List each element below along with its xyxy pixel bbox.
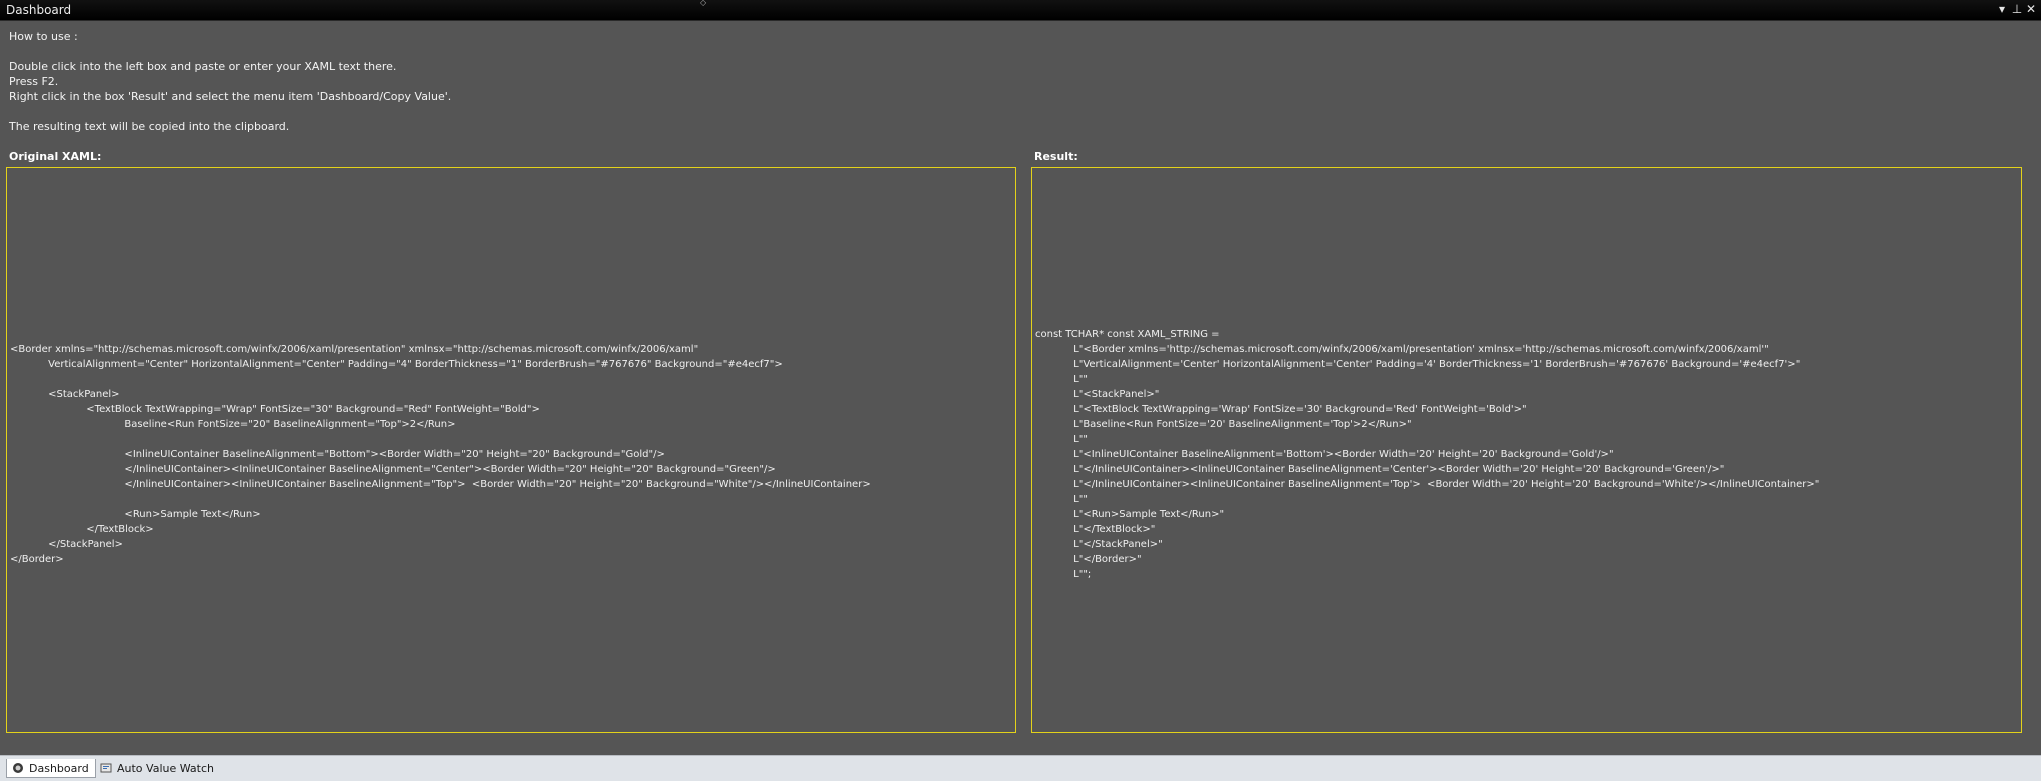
dashboard-content: How to use : Double click into the left … [0,21,2041,755]
tab-label: Dashboard [29,762,89,775]
code-line: </Border> [10,554,64,565]
tab-auto-value-watch[interactable]: Auto Value Watch [95,759,220,778]
dashboard-icon [13,763,23,773]
instructions: How to use : Double click into the left … [9,29,451,134]
instructions-line: Press F2. [9,75,59,88]
code-line: <Run>Sample Text</Run> [10,509,261,520]
code-line: L""; [1035,569,1092,580]
result-label: Result: [1034,150,1078,163]
menu-dropdown-icon[interactable]: ▾ [1995,2,2009,16]
code-line: </InlineUIContainer><InlineUIContainer B… [10,479,871,490]
pin-icon[interactable]: ⊥ [2010,2,2024,16]
code-line: Baseline<Run FontSize="20" BaselineAlign… [10,419,456,430]
code-line: L"</StackPanel>" [1035,539,1163,550]
code-line: <InlineUIContainer BaselineAlignment="Bo… [10,449,665,460]
code-line: </InlineUIContainer><InlineUIContainer B… [10,464,776,475]
result-text: const TCHAR* const XAML_STRING = L"<Bord… [1035,327,1819,582]
instructions-line: Right click in the box 'Result' and sele… [9,90,452,103]
code-line: </StackPanel> [10,539,123,550]
code-line: L"Baseline<Run FontSize='20' BaselineAli… [1035,419,1412,430]
code-line: L"<InlineUIContainer BaselineAlignment='… [1035,449,1614,460]
code-line: L"</TextBlock>" [1035,524,1156,535]
window-titlebar: Dashboard ◇ ▾ ⊥ ✕ [0,0,2041,21]
watch-icon [100,763,112,773]
code-line: L"" [1035,374,1088,385]
code-line: L"</Border>" [1035,554,1142,565]
instructions-heading: How to use : [9,30,78,43]
drag-grip-icon[interactable]: ◇ [700,0,708,7]
code-line: L"" [1035,434,1088,445]
code-line: L"VerticalAlignment='Center' HorizontalA… [1035,359,1801,370]
window-title: Dashboard [6,3,72,17]
code-line: VerticalAlignment="Center" HorizontalAli… [10,359,783,370]
code-line: <Border xmlns="http://schemas.microsoft.… [10,344,699,355]
code-line: L"</InlineUIContainer><InlineUIContainer… [1035,479,1820,490]
original-xaml-text: <Border xmlns="http://schemas.microsoft.… [10,342,871,567]
instructions-footer: The resulting text will be copied into t… [9,120,290,133]
original-xaml-textbox[interactable]: <Border xmlns="http://schemas.microsoft.… [6,167,1016,733]
instructions-line: Double click into the left box and paste… [9,60,397,73]
code-line: const TCHAR* const XAML_STRING = [1035,329,1220,340]
bottom-tab-strip: Dashboard Auto Value Watch [0,755,2041,781]
code-line: <StackPanel> [10,389,120,400]
code-line: L"</InlineUIContainer><InlineUIContainer… [1035,464,1725,475]
result-textbox[interactable]: const TCHAR* const XAML_STRING = L"<Bord… [1031,167,2022,733]
code-line: L"<Border xmlns='http://schemas.microsof… [1035,344,1769,355]
code-line: </TextBlock> [10,524,154,535]
code-line: L"" [1035,494,1088,505]
close-icon[interactable]: ✕ [2024,2,2038,16]
code-line: <TextBlock TextWrapping="Wrap" FontSize=… [10,404,540,415]
code-line: L"<Run>Sample Text</Run>" [1035,509,1225,520]
tab-label: Auto Value Watch [117,762,214,775]
tab-dashboard[interactable]: Dashboard [6,759,96,778]
code-line: L"<TextBlock TextWrapping='Wrap' FontSiz… [1035,404,1527,415]
code-line: L"<StackPanel>" [1035,389,1160,400]
original-xaml-label: Original XAML: [9,150,102,163]
